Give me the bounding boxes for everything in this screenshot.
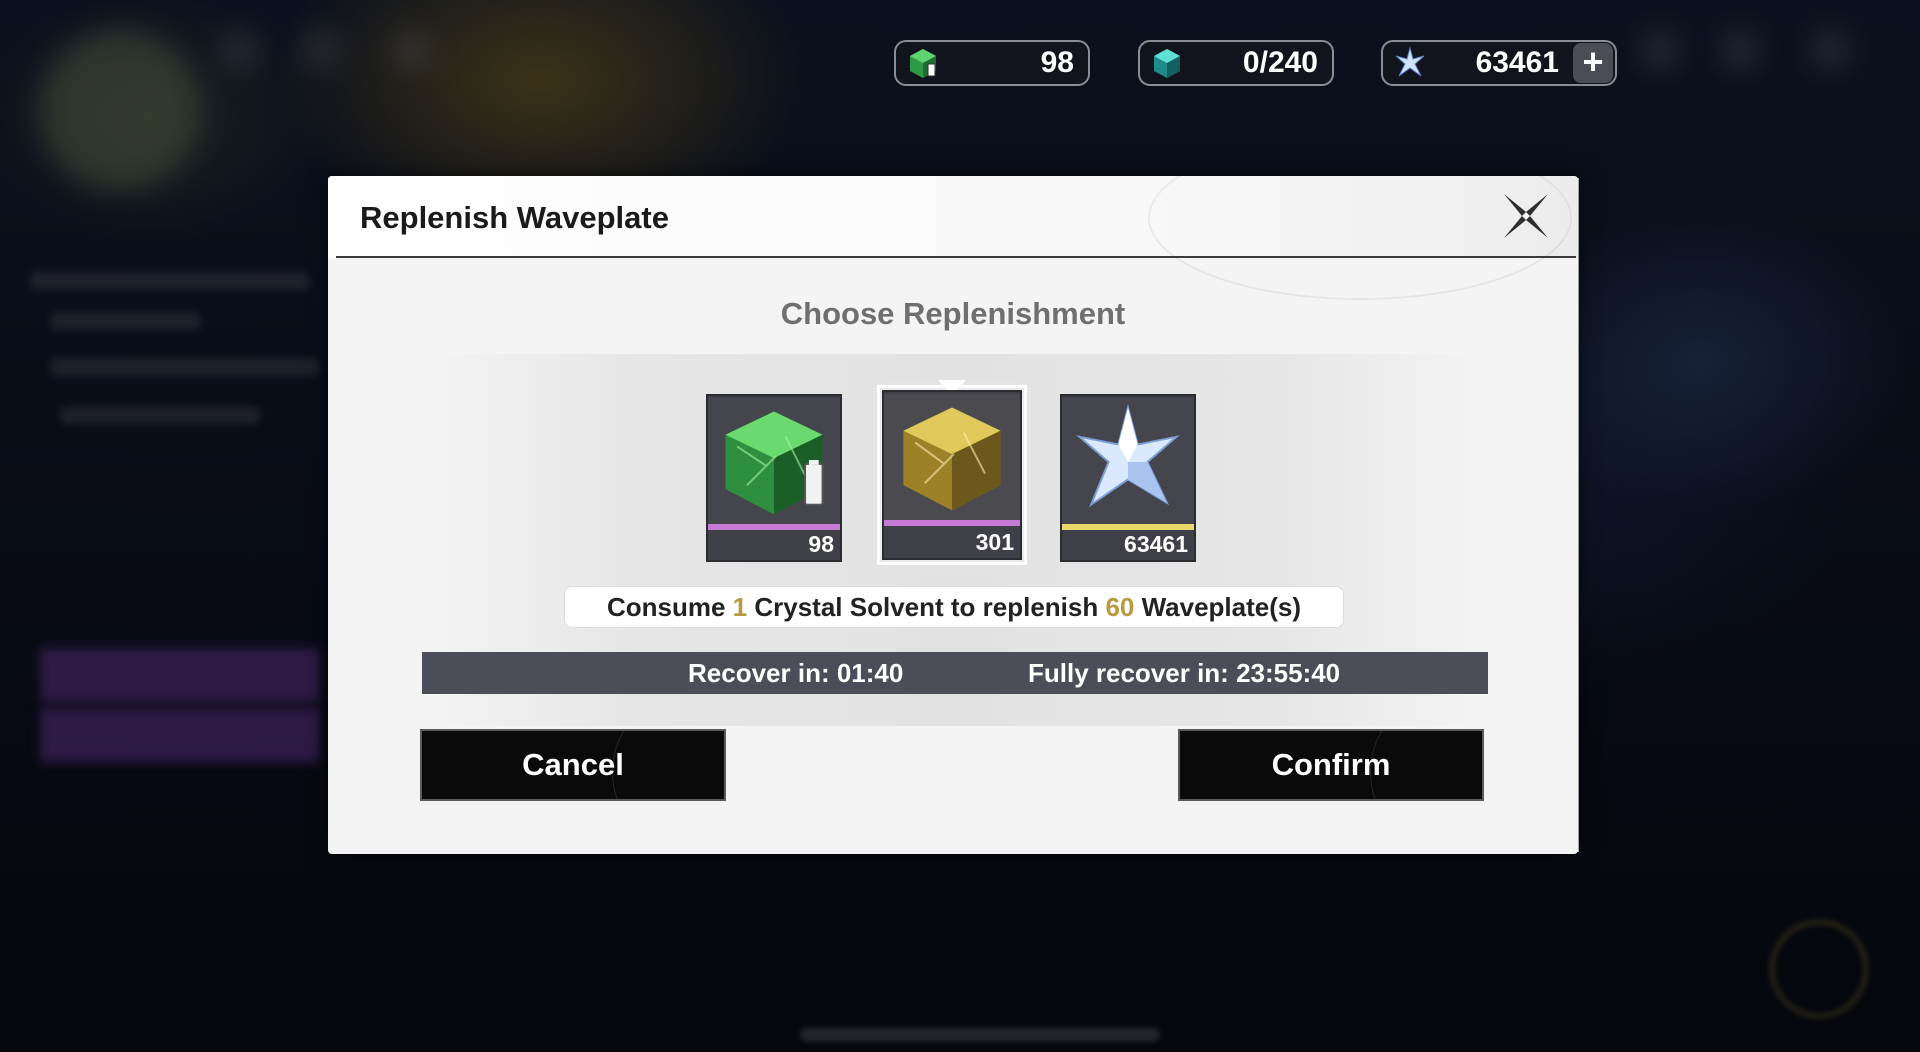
- rarity-stripe: [708, 524, 840, 530]
- astrite-icon: [1062, 397, 1194, 525]
- cancel-button[interactable]: Cancel: [420, 729, 726, 801]
- item-count: 63461: [1124, 531, 1188, 557]
- item-crystal-solvent-battery[interactable]: 98: [706, 394, 842, 562]
- consume-prefix: Consume: [606, 592, 733, 622]
- confirm-button[interactable]: Confirm: [1178, 729, 1484, 801]
- confirm-label: Confirm: [1271, 747, 1391, 782]
- button-decoration: [612, 731, 724, 799]
- rarity-stripe: [884, 520, 1020, 526]
- waveplate-icon: [1154, 49, 1180, 78]
- replenish-dialog: Replenish Waveplate Choose Replenishment…: [328, 176, 1578, 854]
- crystal-solvent-battery-icon: [708, 397, 840, 525]
- consume-amount: 1: [732, 592, 748, 622]
- recovery-timer-bar: Recover in: 01:40 Fully recover in: 23:5…: [422, 652, 1488, 694]
- astrite-count: 63461: [1475, 46, 1559, 79]
- currency-waveplate: 0/240: [1138, 40, 1334, 86]
- recover-in-timer: Recover in: 01:40: [688, 658, 904, 688]
- rarity-stripe: [1062, 524, 1194, 530]
- crystal-solvent-icon: [884, 393, 1020, 521]
- waveplate-count: 0/240: [1242, 46, 1318, 79]
- item-astrite[interactable]: 63461: [1060, 394, 1196, 562]
- dialog-title: Replenish Waveplate: [360, 200, 669, 235]
- astrite-icon: [1395, 46, 1425, 77]
- crystal-solvent-icon: [910, 49, 936, 78]
- currency-crystal-solvent: 98: [894, 40, 1090, 86]
- item-count: 301: [975, 529, 1014, 555]
- fully-recover-timer: Fully recover in: 23:55:40: [1028, 658, 1341, 688]
- crystal-solvent-count: 98: [1040, 46, 1074, 79]
- add-astrite-button[interactable]: +: [1573, 43, 1613, 83]
- item-crystal-solvent[interactable]: 301: [877, 385, 1027, 565]
- consume-middle: Crystal Solvent to replenish: [747, 592, 1106, 622]
- currency-astrite: 63461 +: [1381, 40, 1617, 86]
- close-icon[interactable]: [1500, 190, 1552, 242]
- consume-description: Consume 1 Crystal Solvent to replenish 6…: [564, 586, 1344, 628]
- choose-replenishment-heading: Choose Replenishment: [780, 296, 1126, 331]
- item-count: 98: [808, 531, 834, 557]
- replenish-amount: 60: [1105, 592, 1135, 622]
- header-divider: [336, 256, 1576, 258]
- cancel-label: Cancel: [522, 747, 624, 782]
- consume-suffix: Waveplate(s): [1134, 592, 1302, 622]
